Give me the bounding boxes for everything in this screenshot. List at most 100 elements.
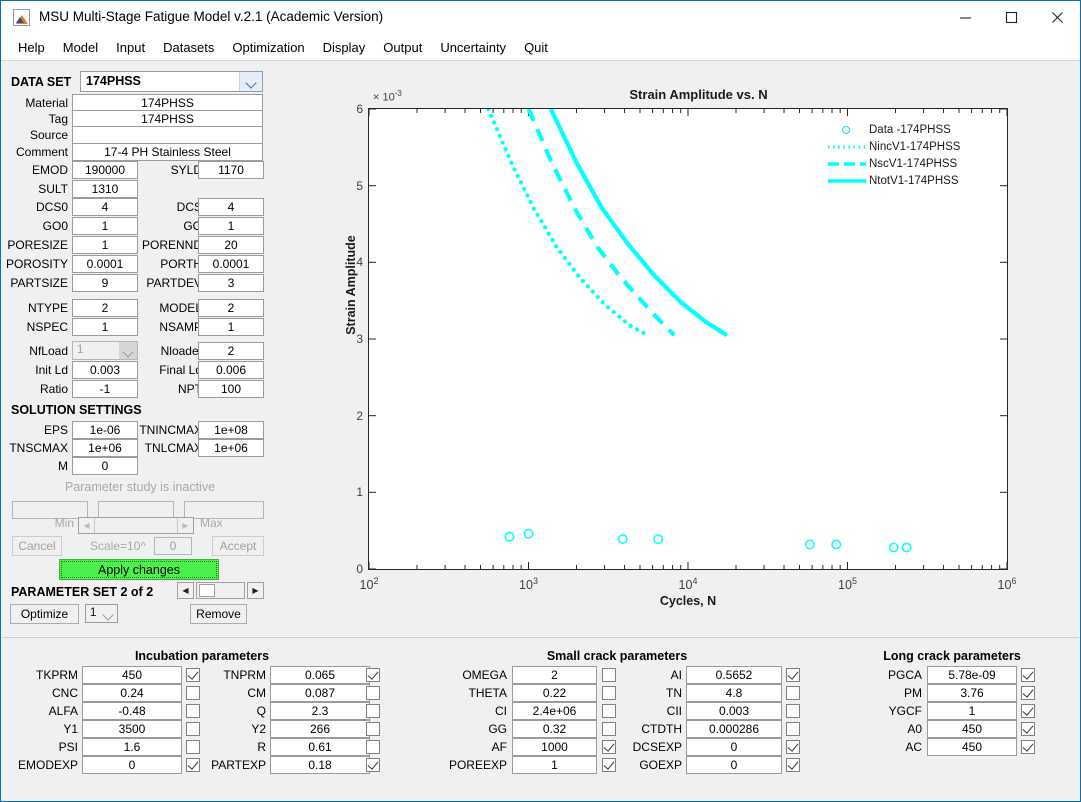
incubation-alfa-field[interactable]: -0.48 [82,702,182,720]
smallcrack-ctdth-field[interactable]: 0.000286 [686,720,782,738]
paramset-right-arrow-icon[interactable]: ▶ [247,582,264,599]
syld-field[interactable]: 1170 [198,161,264,179]
incubation-q-checkbox[interactable] [366,704,380,718]
nloadef-field[interactable]: 2 [198,342,264,360]
param-study-slider[interactable]: ◀ ▶ [78,517,194,534]
longcrack-a0-field[interactable]: 450 [927,720,1017,738]
smallcrack-goexp-field[interactable]: 0 [686,756,782,774]
longcrack-pgca-field[interactable]: 5.78e-09 [927,666,1017,684]
accept-button[interactable]: Accept [212,536,264,556]
menu-item-model[interactable]: Model [54,37,107,58]
smallcrack-af-field[interactable]: 1000 [512,738,597,756]
nsamp-field[interactable]: 1 [198,318,264,336]
maximize-button[interactable] [988,1,1034,33]
incubation-q-field[interactable]: 2.3 [270,702,370,720]
smallcrack-cii-field[interactable]: 0.003 [686,702,782,720]
smallcrack-ctdth-checkbox[interactable] [786,722,800,736]
paramset-thumb[interactable] [199,584,215,597]
smallcrack-gg-field[interactable]: 0.32 [512,720,597,738]
incubation-partexp-field[interactable]: 0.18 [270,756,370,774]
menu-item-datasets[interactable]: Datasets [154,37,223,58]
dataset-select[interactable]: 174PHSS [80,71,263,92]
incubation-y2-field[interactable]: 266 [270,720,370,738]
longcrack-a0-checkbox[interactable] [1021,722,1035,736]
dcs-field[interactable]: 4 [198,198,264,216]
poresize-field[interactable]: 1 [72,236,138,254]
menu-item-uncertainty[interactable]: Uncertainty [431,37,515,58]
smallcrack-ai-field[interactable]: 0.5652 [686,666,782,684]
incubation-tkprm-field[interactable]: 450 [82,666,182,684]
final-ld-field[interactable]: 0.006 [198,361,264,379]
ratio-field[interactable]: -1 [72,380,138,398]
close-button[interactable] [1034,1,1080,33]
menu-item-optimization[interactable]: Optimization [223,37,313,58]
slider-right-arrow-icon[interactable]: ▶ [177,518,193,533]
incubation-tnprm-field[interactable]: 0.065 [270,666,370,684]
smallcrack-goexp-checkbox[interactable] [786,758,800,772]
incubation-y2-checkbox[interactable] [366,722,380,736]
incubation-psi-field[interactable]: 1.6 [82,738,182,756]
incubation-cnc-field[interactable]: 0.24 [82,684,182,702]
tnlcmax-field[interactable]: 1e+06 [198,439,264,457]
smallcrack-poreexp-field[interactable]: 1 [512,756,597,774]
scale-value-field[interactable]: 0 [154,537,192,555]
slider-trough[interactable] [95,518,177,533]
partsize-field[interactable]: 9 [72,274,138,292]
incubation-r-field[interactable]: 0.61 [270,738,370,756]
comment-field[interactable]: 17-4 PH Stainless Steel [72,143,263,161]
go0-field[interactable]: 1 [72,217,138,235]
emod-field[interactable]: 190000 [72,161,138,179]
porth-field[interactable]: 0.0001 [198,255,264,273]
minimize-button[interactable] [942,1,988,33]
source-field[interactable] [72,126,263,144]
nfload-select[interactable]: 1 [72,341,138,360]
remove-button[interactable]: Remove [190,604,247,624]
longcrack-pm-field[interactable]: 3.76 [927,684,1017,702]
optimize-button[interactable]: Optimize [10,604,79,624]
incubation-tnprm-checkbox[interactable] [366,668,380,682]
menu-item-help[interactable]: Help [9,37,54,58]
incubation-emodexp-field[interactable]: 0 [82,756,182,774]
smallcrack-tn-field[interactable]: 4.8 [686,684,782,702]
slider-left-arrow-icon[interactable]: ◀ [79,518,95,533]
longcrack-pm-checkbox[interactable] [1021,686,1035,700]
longcrack-pgca-checkbox[interactable] [1021,668,1035,682]
longcrack-ac-checkbox[interactable] [1021,740,1035,754]
menu-item-display[interactable]: Display [314,37,375,58]
tnincmax-field[interactable]: 1e+08 [198,421,264,439]
tnscmax-field[interactable]: 1e+06 [72,439,138,457]
smallcrack-theta-field[interactable]: 0.22 [512,684,597,702]
smallcrack-dcsexp-field[interactable]: 0 [686,738,782,756]
menu-item-quit[interactable]: Quit [515,37,557,58]
init-ld-field[interactable]: 0.003 [72,361,138,379]
chart-axes[interactable]: 0123456 102103104105106 Data -174PHSS Ni… [368,108,1008,570]
sult-field[interactable]: 1310 [72,180,138,198]
longcrack-ygcf-field[interactable]: 1 [927,702,1017,720]
paramset-left-arrow-icon[interactable]: ◀ [177,582,194,599]
partdev-field[interactable]: 3 [198,274,264,292]
incubation-r-checkbox[interactable] [366,740,380,754]
cancel-button[interactable]: Cancel [12,536,62,556]
model-field[interactable]: 2 [198,299,264,317]
parameter-set-slider[interactable]: ◀ ▶ [177,582,264,599]
longcrack-ac-field[interactable]: 450 [927,738,1017,756]
dcs0-field[interactable]: 4 [72,198,138,216]
parameter-set-number-select[interactable]: 1 [85,604,118,623]
smallcrack-omega-field[interactable]: 2 [512,666,597,684]
apply-changes-button[interactable]: Apply changes [59,559,219,580]
incubation-partexp-checkbox[interactable] [366,758,380,772]
porosity-field[interactable]: 0.0001 [72,255,138,273]
eps-field[interactable]: 1e-06 [72,421,138,439]
smallcrack-tn-checkbox[interactable] [786,686,800,700]
smallcrack-dcsexp-checkbox[interactable] [786,740,800,754]
porennd-field[interactable]: 20 [198,236,264,254]
ntype-field[interactable]: 2 [72,299,138,317]
longcrack-ygcf-checkbox[interactable] [1021,704,1035,718]
go-field[interactable]: 1 [198,217,264,235]
smallcrack-ci-field[interactable]: 2.4e+06 [512,702,597,720]
incubation-cm-checkbox[interactable] [366,686,380,700]
paramset-track[interactable] [196,582,245,599]
nspec-field[interactable]: 1 [72,318,138,336]
smallcrack-cii-checkbox[interactable] [786,704,800,718]
menu-item-output[interactable]: Output [374,37,431,58]
